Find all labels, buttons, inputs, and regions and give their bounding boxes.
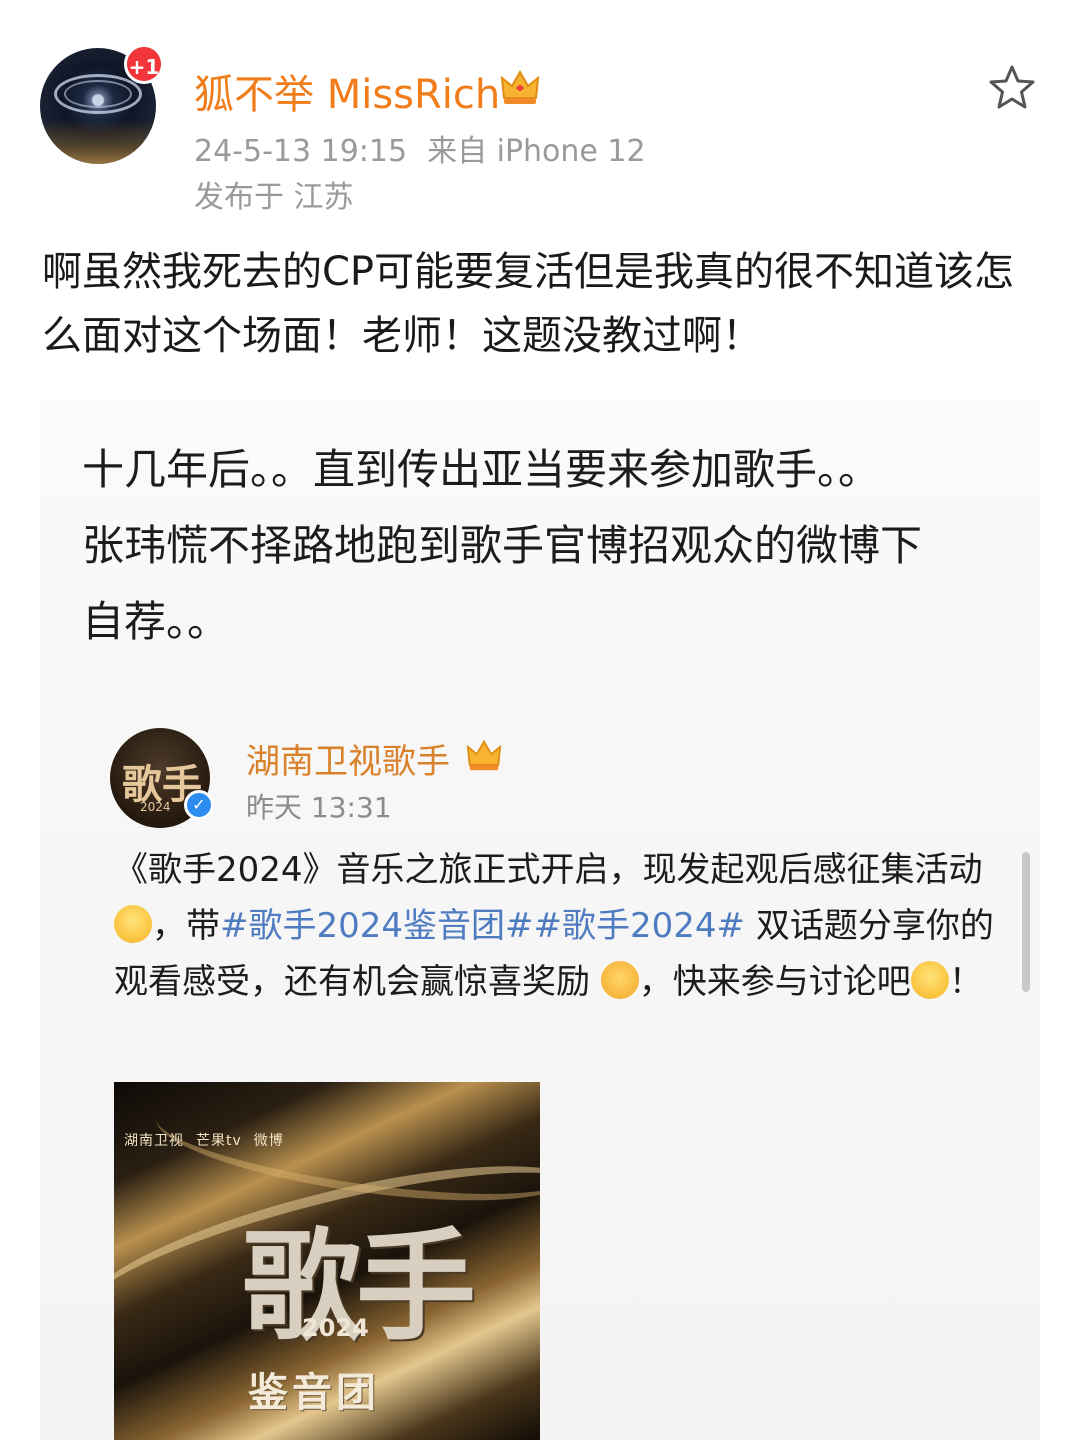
post-timestamp: 24-5-13 19:15: [194, 134, 408, 169]
username[interactable]: 狐不举 MissRich: [194, 62, 500, 120]
post-location: 发布于 江苏: [194, 180, 354, 215]
quoted-line: 自荐。。: [82, 597, 230, 646]
quoted-text: 十几年后。。直到传出亚当要来参加歌手。。 张玮慌不择路地跑到歌手官博招观众的微博…: [82, 432, 1012, 660]
avatar-badge: +1: [124, 44, 164, 84]
repost-username[interactable]: 湖南卫视歌手: [246, 734, 450, 783]
post-meta: 24-5-13 19:15 来自 iPhone 12: [194, 126, 646, 170]
post-header: +1 狐不举 MissRich 24-5-13 19:15 来自 iPhone 1…: [0, 0, 1080, 220]
emoji-icon: [910, 961, 949, 999]
post-text: 啊虽然我死去的CP可能要复活但是我真的很不知道该怎么面对这个场面！老师！这题没教…: [42, 249, 1015, 359]
star-icon[interactable]: [988, 64, 1036, 110]
poster-logos: 湖南卫视 芒果tv 微博: [124, 1130, 296, 1150]
poster-logo: 芒果tv: [196, 1133, 242, 1149]
poster-subtitle: 鉴音团: [248, 1370, 380, 1416]
quoted-line: 十几年后。。直到传出亚当要来参加歌手。。: [82, 445, 881, 494]
hashtag-link[interactable]: #歌手2024#: [534, 906, 746, 946]
poster-image[interactable]: 湖南卫视 芒果tv 微博 歌手 2024 鉴音团: [114, 1082, 540, 1440]
poster-logo: 湖南卫视: [124, 1133, 184, 1149]
user-avatar[interactable]: +1: [40, 44, 164, 164]
scrollbar[interactable]: [1022, 852, 1030, 992]
repost-timestamp: 昨天 13:31: [246, 791, 392, 824]
poster-year: 2024: [302, 1314, 369, 1342]
verified-icon: ✓: [184, 790, 214, 820]
quoted-line: 张玮慌不择路地跑到歌手官博招观众的微博下: [82, 521, 923, 570]
crown-icon: [466, 739, 502, 771]
emoji-icon: [114, 905, 152, 943]
poster-logo: 微博: [253, 1133, 284, 1149]
crown-icon: [500, 69, 540, 104]
repost-text: 《歌手2024》音乐之旅正式开启，现发起观后感征集活动，带#歌手2024鉴音团#…: [114, 850, 994, 1002]
emoji-icon: [600, 961, 639, 999]
post-source: 来自 iPhone 12: [427, 134, 646, 169]
hashtag-link[interactable]: #歌手2024鉴音团#: [220, 906, 534, 946]
